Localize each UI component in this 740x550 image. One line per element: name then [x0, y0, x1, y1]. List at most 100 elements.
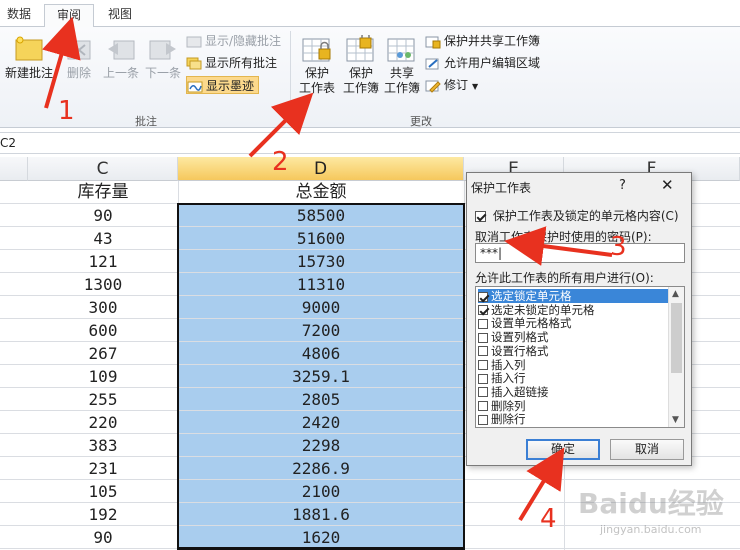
cell-c6[interactable]: 300	[28, 296, 178, 319]
protect-workbook-button[interactable]: 保护 工作簿	[340, 35, 382, 96]
next-comment-label: 下一条	[144, 66, 181, 80]
row-header-corner[interactable]	[0, 157, 28, 181]
permission-label: 选定锁定单元格	[491, 289, 572, 303]
cell-d1[interactable]: 总金额	[178, 181, 464, 204]
previous-comment-icon	[108, 40, 135, 60]
permission-label: 插入超链接	[491, 384, 549, 399]
permission-item[interactable]: 设置行格式	[478, 344, 670, 358]
permission-item[interactable]: 删除行	[478, 412, 670, 426]
column-header-d[interactable]: D	[178, 157, 464, 181]
watermark-url: jingyan.baidu.com	[600, 523, 702, 536]
cell-c15[interactable]: 192	[28, 503, 178, 526]
password-input[interactable]: ***|	[475, 243, 685, 263]
annotation-number-4: 4	[540, 504, 557, 534]
help-icon[interactable]: ?	[619, 178, 626, 193]
new-comment-icon	[15, 36, 43, 61]
cell-c7[interactable]: 600	[28, 319, 178, 342]
permission-item[interactable]: 选定未锁定的单元格	[478, 303, 670, 317]
share-workbook-label-1: 共享	[389, 66, 414, 80]
permission-label: 删除列	[491, 398, 526, 413]
permission-label: 设置行格式	[491, 343, 549, 358]
cell-c2[interactable]: 90	[28, 204, 178, 227]
permission-checkbox[interactable]	[478, 360, 488, 370]
cell-c9[interactable]: 109	[28, 365, 178, 388]
permission-item[interactable]: 插入超链接	[478, 385, 670, 399]
cell-c8[interactable]: 267	[28, 342, 178, 365]
permission-item[interactable]: 设置单元格格式	[478, 316, 670, 330]
show-all-comments-button[interactable]: 显示所有批注	[186, 54, 277, 72]
show-all-comments-label: 显示所有批注	[205, 56, 278, 70]
track-changes-label: 修订	[444, 78, 469, 92]
scroll-thumb[interactable]	[671, 303, 682, 373]
permission-checkbox[interactable]	[478, 373, 488, 384]
permission-checkbox[interactable]	[478, 414, 488, 425]
protect-share-workbook-button[interactable]: 保护并共享工作簿	[425, 32, 540, 50]
tab-data[interactable]: 数据	[2, 4, 36, 27]
show-hide-comment-icon	[186, 36, 202, 47]
allow-users-label: 允许此工作表的所有用户进行(O):	[475, 271, 654, 285]
protect-workbook-label-1: 保护	[348, 66, 373, 80]
cell-c12[interactable]: 383	[28, 434, 178, 457]
permission-checkbox[interactable]	[478, 346, 488, 357]
cell-c11[interactable]: 220	[28, 411, 178, 434]
permission-checkbox[interactable]	[478, 387, 488, 398]
protect-share-icon	[425, 36, 441, 48]
permission-item[interactable]: 设置列格式	[478, 330, 670, 344]
permission-item[interactable]: 插入列	[478, 358, 670, 372]
permission-item[interactable]: 删除列	[478, 399, 670, 413]
track-changes-button[interactable]: 修订 ▼	[425, 76, 478, 94]
share-workbook-label-2: 工作簿	[383, 81, 420, 95]
permission-item[interactable]: 插入行	[478, 371, 670, 385]
comments-group-label: 批注	[135, 115, 157, 128]
tab-view[interactable]: 视图	[102, 4, 138, 27]
delete-comment-label: 删除	[66, 66, 91, 80]
permissions-scrollbar[interactable]: ▲ ▼	[668, 287, 684, 427]
protect-contents-row[interactable]: 保护工作表及锁定的单元格内容(C)	[475, 207, 679, 224]
show-ink-button[interactable]: 显示墨迹	[186, 76, 260, 94]
share-workbook-button[interactable]: 共享 工作簿	[381, 35, 423, 96]
cancel-button[interactable]: 取消	[610, 439, 684, 460]
cell-c3[interactable]: 43	[28, 227, 178, 250]
permission-checkbox[interactable]	[478, 401, 488, 412]
new-comment-button[interactable]: 新建批注	[4, 35, 54, 81]
cell-c1[interactable]: 库存量	[28, 181, 178, 204]
delete-comment-button[interactable]: 删除	[62, 35, 96, 81]
permission-checkbox[interactable]	[478, 332, 488, 343]
permission-label: 设置单元格格式	[491, 316, 572, 331]
scroll-up-icon[interactable]: ▲	[672, 289, 679, 299]
protect-sheet-button[interactable]: 保护 工作表	[296, 35, 338, 96]
permission-checkbox[interactable]	[478, 291, 488, 302]
permission-checkbox[interactable]	[478, 305, 488, 316]
next-comment-button[interactable]: 下一条	[142, 35, 184, 81]
previous-comment-button[interactable]: 上一条	[100, 35, 142, 81]
allow-edit-ranges-button[interactable]: 允许用户编辑区域	[425, 54, 540, 72]
name-box[interactable]: C2	[0, 136, 16, 150]
scroll-down-icon[interactable]: ▼	[672, 415, 679, 425]
column-header-c[interactable]: C	[28, 157, 178, 181]
cell-c13[interactable]: 231	[28, 457, 178, 480]
permission-item[interactable]: 选定锁定单元格	[478, 289, 670, 303]
permission-checkbox[interactable]	[478, 318, 488, 329]
cell-c4[interactable]: 121	[28, 250, 178, 273]
close-icon[interactable]: ✕	[661, 176, 674, 194]
annotation-number-2: 2	[272, 147, 289, 177]
cell-c16[interactable]: 90	[28, 526, 178, 549]
show-hide-comment-label: 显示/隐藏批注	[205, 34, 282, 48]
show-hide-comment-button[interactable]: 显示/隐藏批注	[186, 32, 281, 50]
protect-sheet-label-1: 保护	[304, 66, 329, 80]
show-all-comments-icon	[186, 57, 202, 69]
protect-workbook-label-2: 工作簿	[342, 81, 379, 95]
cell-c14[interactable]: 105	[28, 480, 178, 503]
permissions-list[interactable]: 选定锁定单元格 选定未锁定的单元格 设置单元格格式 设置列格式 设置行格式 插入列 插入行插…	[475, 286, 685, 428]
protect-contents-checkbox[interactable]	[475, 211, 486, 222]
cell-c10[interactable]: 255	[28, 388, 178, 411]
permission-label: 插入列	[491, 357, 526, 372]
cell-c5[interactable]: 1300	[28, 273, 178, 296]
ok-button[interactable]: 确定	[526, 439, 600, 460]
share-workbook-icon	[387, 38, 415, 62]
protect-sheet-icon	[302, 38, 331, 62]
permission-label: 设置列格式	[491, 330, 549, 345]
tab-review[interactable]: 审阅	[44, 4, 94, 28]
annotation-number-3: 3	[610, 232, 627, 262]
ribbon-review: 新建批注 删除 上一条 下一条 显示/隐藏批注 显示所有批注 显示墨迹 批注 保…	[0, 27, 740, 128]
